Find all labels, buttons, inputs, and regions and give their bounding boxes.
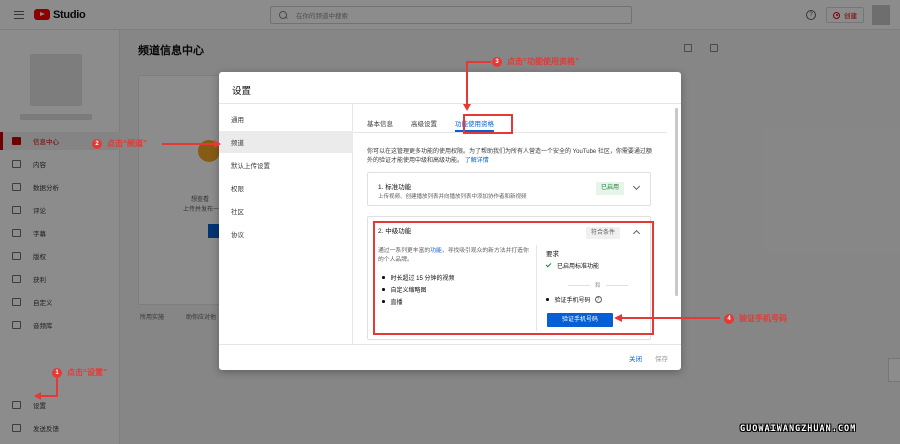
menu-item-community[interactable]: 社区	[219, 200, 353, 222]
card-title: 1. 标准功能	[378, 184, 412, 191]
watermark: GUOWAIWANGZHUAN.COM	[740, 424, 857, 434]
annotation-text: 点击“频道”	[107, 139, 147, 148]
scrollbar[interactable]	[675, 108, 678, 296]
eligibility-description: 你可以在这管理更多功能的使用权限。为了帮助我们为所有人营造一个安全的 YouTu…	[367, 148, 657, 166]
step-number: 4	[724, 313, 734, 324]
step-number: 3	[492, 56, 502, 67]
step-number: 2	[92, 138, 102, 149]
tab-basic-info[interactable]: 基本信息	[367, 112, 393, 132]
annotation-text: 点击“功能使用资格”	[507, 57, 579, 66]
close-button[interactable]: 关闭	[629, 353, 642, 363]
arrow-left-icon	[614, 314, 622, 322]
annotation-step-3: 3 点击“功能使用资格”	[492, 56, 579, 67]
arrow-line	[466, 61, 468, 106]
learn-more-link[interactable]: 了解详情	[465, 158, 489, 164]
settings-menu: 通用 频道 默认上传设置 权限 社区 协议	[219, 104, 353, 344]
arrow-line	[622, 317, 720, 319]
annotation-text: 验证手机号码	[739, 314, 787, 323]
annotation-step-4: 4 验证手机号码	[724, 313, 787, 324]
description-text: 你可以在这管理更多功能的使用权限。为了帮助我们为所有人营造一个安全的 YouTu…	[367, 149, 652, 164]
save-button[interactable]: 保存	[655, 353, 668, 363]
menu-item-agreements[interactable]: 协议	[219, 223, 353, 245]
arrow-line	[162, 143, 216, 145]
arrow-right-icon	[214, 140, 221, 148]
menu-item-upload-defaults[interactable]: 默认上传设置	[219, 154, 353, 176]
status-badge: 已启用	[596, 182, 625, 195]
highlight-box-tab	[463, 114, 513, 134]
arrow-line	[40, 395, 58, 397]
arrow-line	[467, 61, 491, 63]
standard-features-card[interactable]: 1. 标准功能 上传视频、创建播放列表并向播放列表中添加协作者和新视频 已启用	[367, 172, 651, 206]
highlight-box-card	[373, 221, 654, 335]
tab-advanced-settings[interactable]: 高级设置	[411, 112, 437, 132]
card-subtitle: 上传视频、创建播放列表并向播放列表中添加协作者和新视频	[378, 194, 527, 200]
arrow-left-icon	[34, 392, 41, 400]
dialog-title: 设置	[232, 86, 252, 97]
arrow-down-icon	[463, 104, 471, 111]
step-number: 1	[52, 367, 62, 378]
menu-item-general[interactable]: 通用	[219, 108, 353, 130]
menu-item-permissions[interactable]: 权限	[219, 177, 353, 199]
annotation-text: 点击“设置”	[67, 368, 107, 377]
annotation-step-2: 2 点击“频道”	[92, 138, 147, 149]
arrow-line	[56, 378, 58, 396]
divider	[219, 344, 681, 345]
menu-item-channel[interactable]: 频道	[219, 131, 353, 153]
annotation-step-1: 1 点击“设置”	[52, 367, 107, 378]
chevron-down-icon[interactable]	[632, 182, 641, 191]
